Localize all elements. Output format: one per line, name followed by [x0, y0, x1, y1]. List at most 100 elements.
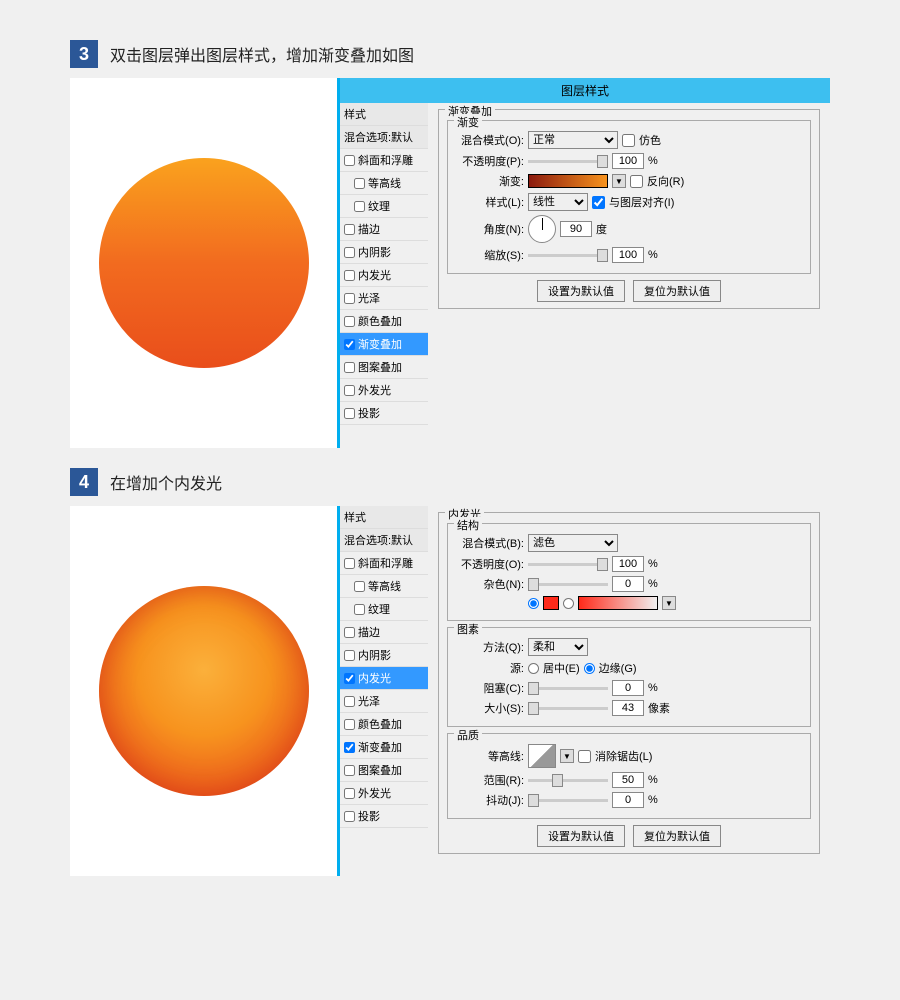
- noise-slider[interactable]: [528, 583, 608, 586]
- checkbox[interactable]: [344, 627, 355, 638]
- gradient-swatch[interactable]: [578, 596, 658, 610]
- checkbox[interactable]: [344, 558, 355, 569]
- style-outer-glow[interactable]: 外发光: [340, 379, 428, 402]
- scale-input[interactable]: [612, 247, 644, 263]
- style-drop-shadow[interactable]: 投影: [340, 402, 428, 425]
- reset-default-button[interactable]: 复位为默认值: [633, 825, 721, 847]
- align-checkbox[interactable]: [592, 196, 605, 209]
- style-satin[interactable]: 光泽: [340, 287, 428, 310]
- style-bevel[interactable]: 斜面和浮雕: [340, 149, 428, 172]
- style-pattern-overlay[interactable]: 图案叠加: [340, 356, 428, 379]
- style-contour[interactable]: 等高线: [340, 575, 428, 598]
- color-swatch[interactable]: [543, 596, 559, 610]
- style-color-overlay[interactable]: 颜色叠加: [340, 713, 428, 736]
- checkbox[interactable]: [344, 719, 355, 730]
- style-inner-glow[interactable]: 内发光: [340, 667, 428, 690]
- jitter-slider[interactable]: [528, 799, 608, 802]
- settings-panel: 渐变叠加 渐变 混合模式(O): 正常 仿色 不透明度(P):: [428, 103, 830, 425]
- style-outer-glow[interactable]: 外发光: [340, 782, 428, 805]
- contour-preview[interactable]: [528, 744, 556, 768]
- method-select[interactable]: 柔和: [528, 638, 588, 656]
- style-bevel[interactable]: 斜面和浮雕: [340, 552, 428, 575]
- reverse-label: 反向(R): [647, 173, 684, 189]
- source-edge-radio[interactable]: [584, 663, 595, 674]
- checkbox[interactable]: [344, 788, 355, 799]
- source-center-radio[interactable]: [528, 663, 539, 674]
- jitter-input[interactable]: [612, 792, 644, 808]
- style-pattern-overlay[interactable]: 图案叠加: [340, 759, 428, 782]
- style-satin[interactable]: 光泽: [340, 690, 428, 713]
- set-default-button[interactable]: 设置为默认值: [537, 825, 625, 847]
- default-buttons: 设置为默认值 复位为默认值: [447, 280, 811, 302]
- set-default-button[interactable]: 设置为默认值: [537, 280, 625, 302]
- contour-dropdown-icon[interactable]: ▼: [560, 749, 574, 763]
- checkbox[interactable]: [354, 581, 365, 592]
- checkbox[interactable]: [344, 673, 355, 684]
- gradient-dropdown-icon[interactable]: ▼: [662, 596, 676, 610]
- checkbox[interactable]: [354, 178, 365, 189]
- style-color-overlay[interactable]: 颜色叠加: [340, 310, 428, 333]
- blend-mode-select[interactable]: 正常: [528, 131, 618, 149]
- antialias-checkbox[interactable]: [578, 750, 591, 763]
- style-texture[interactable]: 纹理: [340, 598, 428, 621]
- checkbox[interactable]: [344, 270, 355, 281]
- checkbox[interactable]: [344, 339, 355, 350]
- checkbox[interactable]: [344, 650, 355, 661]
- gradient-dropdown-icon[interactable]: ▼: [612, 174, 626, 188]
- checkbox[interactable]: [344, 765, 355, 776]
- style-stroke[interactable]: 描边: [340, 621, 428, 644]
- checkbox[interactable]: [344, 362, 355, 373]
- style-select[interactable]: 线性: [528, 193, 588, 211]
- style-stroke[interactable]: 描边: [340, 218, 428, 241]
- opacity-input[interactable]: [612, 556, 644, 572]
- gradient-radio[interactable]: [563, 598, 574, 609]
- angle-dial[interactable]: [528, 215, 556, 243]
- reverse-checkbox[interactable]: [630, 175, 643, 188]
- style-gradient-overlay[interactable]: 渐变叠加: [340, 333, 428, 356]
- solid-color-radio[interactable]: [528, 598, 539, 609]
- noise-input[interactable]: [612, 576, 644, 592]
- scale-slider[interactable]: [528, 254, 608, 257]
- checkbox[interactable]: [344, 316, 355, 327]
- blend-options-header[interactable]: 混合选项:默认: [340, 126, 428, 149]
- style-drop-shadow[interactable]: 投影: [340, 805, 428, 828]
- checkbox[interactable]: [344, 385, 355, 396]
- blend-options-header[interactable]: 混合选项:默认: [340, 529, 428, 552]
- style-inner-shadow[interactable]: 内阴影: [340, 644, 428, 667]
- choke-input[interactable]: [612, 680, 644, 696]
- step-body: 样式 混合选项:默认 斜面和浮雕 等高线 纹理 描边 内阴影 内发光 光泽 颜色…: [70, 506, 830, 876]
- checkbox[interactable]: [344, 155, 355, 166]
- checkbox[interactable]: [344, 224, 355, 235]
- style-contour[interactable]: 等高线: [340, 172, 428, 195]
- range-slider[interactable]: [528, 779, 608, 782]
- blend-mode-select[interactable]: 滤色: [528, 534, 618, 552]
- styles-header[interactable]: 样式: [340, 506, 428, 529]
- styles-header[interactable]: 样式: [340, 103, 428, 126]
- checkbox[interactable]: [344, 696, 355, 707]
- checkbox[interactable]: [344, 742, 355, 753]
- style-inner-glow[interactable]: 内发光: [340, 264, 428, 287]
- angle-label: 角度(N):: [456, 221, 524, 237]
- gradient-fieldset: 渐变 混合模式(O): 正常 仿色 不透明度(P): %: [447, 120, 811, 274]
- opacity-slider[interactable]: [528, 563, 608, 566]
- dither-checkbox[interactable]: [622, 134, 635, 147]
- size-slider[interactable]: [528, 707, 608, 710]
- layer-style-dialog: 样式 混合选项:默认 斜面和浮雕 等高线 纹理 描边 内阴影 内发光 光泽 颜色…: [340, 506, 830, 876]
- angle-input[interactable]: [560, 221, 592, 237]
- checkbox[interactable]: [344, 293, 355, 304]
- style-gradient-overlay[interactable]: 渐变叠加: [340, 736, 428, 759]
- checkbox[interactable]: [344, 408, 355, 419]
- style-inner-shadow[interactable]: 内阴影: [340, 241, 428, 264]
- range-input[interactable]: [612, 772, 644, 788]
- checkbox[interactable]: [354, 201, 365, 212]
- checkbox[interactable]: [354, 604, 365, 615]
- checkbox[interactable]: [344, 247, 355, 258]
- gradient-preview[interactable]: [528, 174, 608, 188]
- opacity-input[interactable]: [612, 153, 644, 169]
- opacity-slider[interactable]: [528, 160, 608, 163]
- size-input[interactable]: [612, 700, 644, 716]
- style-texture[interactable]: 纹理: [340, 195, 428, 218]
- checkbox[interactable]: [344, 811, 355, 822]
- reset-default-button[interactable]: 复位为默认值: [633, 280, 721, 302]
- choke-slider[interactable]: [528, 687, 608, 690]
